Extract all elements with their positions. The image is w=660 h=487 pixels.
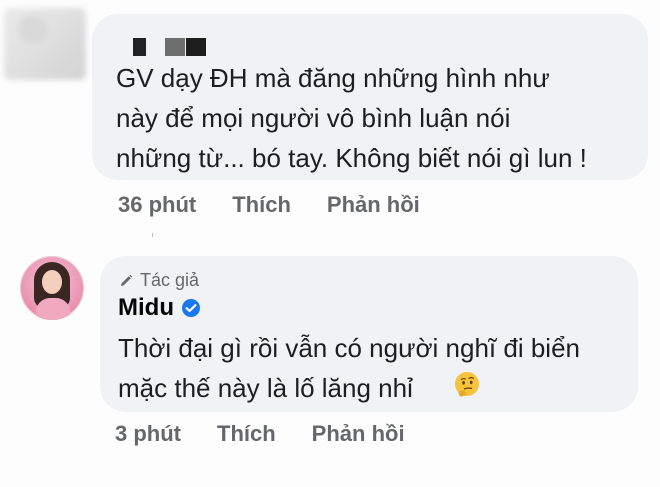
like-button[interactable]: Thích [232, 192, 291, 218]
comment-text-1: GV dạy ĐH mà đăng những hình như này để … [116, 63, 587, 173]
pen-icon [118, 273, 134, 289]
author-name[interactable]: Midu [118, 294, 174, 322]
redacted-name-block [133, 38, 146, 56]
redacted-name-block [165, 38, 185, 56]
author-name-row: Midu [118, 294, 201, 322]
verified-badge-icon [181, 298, 201, 318]
blurred-avatar[interactable] [4, 8, 86, 80]
author-badge-label: Tác giả [140, 270, 200, 290]
comment-actions-2: 3 phút Thích Phản hồi [115, 421, 441, 447]
comment-timestamp[interactable]: 36 phút [118, 192, 196, 218]
thinking-face-icon [455, 372, 479, 397]
comment-thread: GV dạy ĐH mà đăng những hình như này để … [0, 0, 660, 487]
author-badge: Tác giả [118, 270, 199, 291]
reply-button[interactable]: Phản hồi [312, 421, 405, 447]
divider-mark [152, 233, 153, 237]
author-avatar[interactable] [20, 256, 84, 320]
like-button[interactable]: Thích [217, 421, 276, 447]
comment-actions-1: 36 phút Thích Phản hồi [118, 192, 456, 218]
comment-text-2: Thời đại gì rồi vẫn có người nghĩ đi biể… [118, 333, 580, 403]
reply-button[interactable]: Phản hồi [327, 192, 420, 218]
redacted-name-block [186, 38, 206, 56]
comment-timestamp[interactable]: 3 phút [115, 421, 181, 447]
